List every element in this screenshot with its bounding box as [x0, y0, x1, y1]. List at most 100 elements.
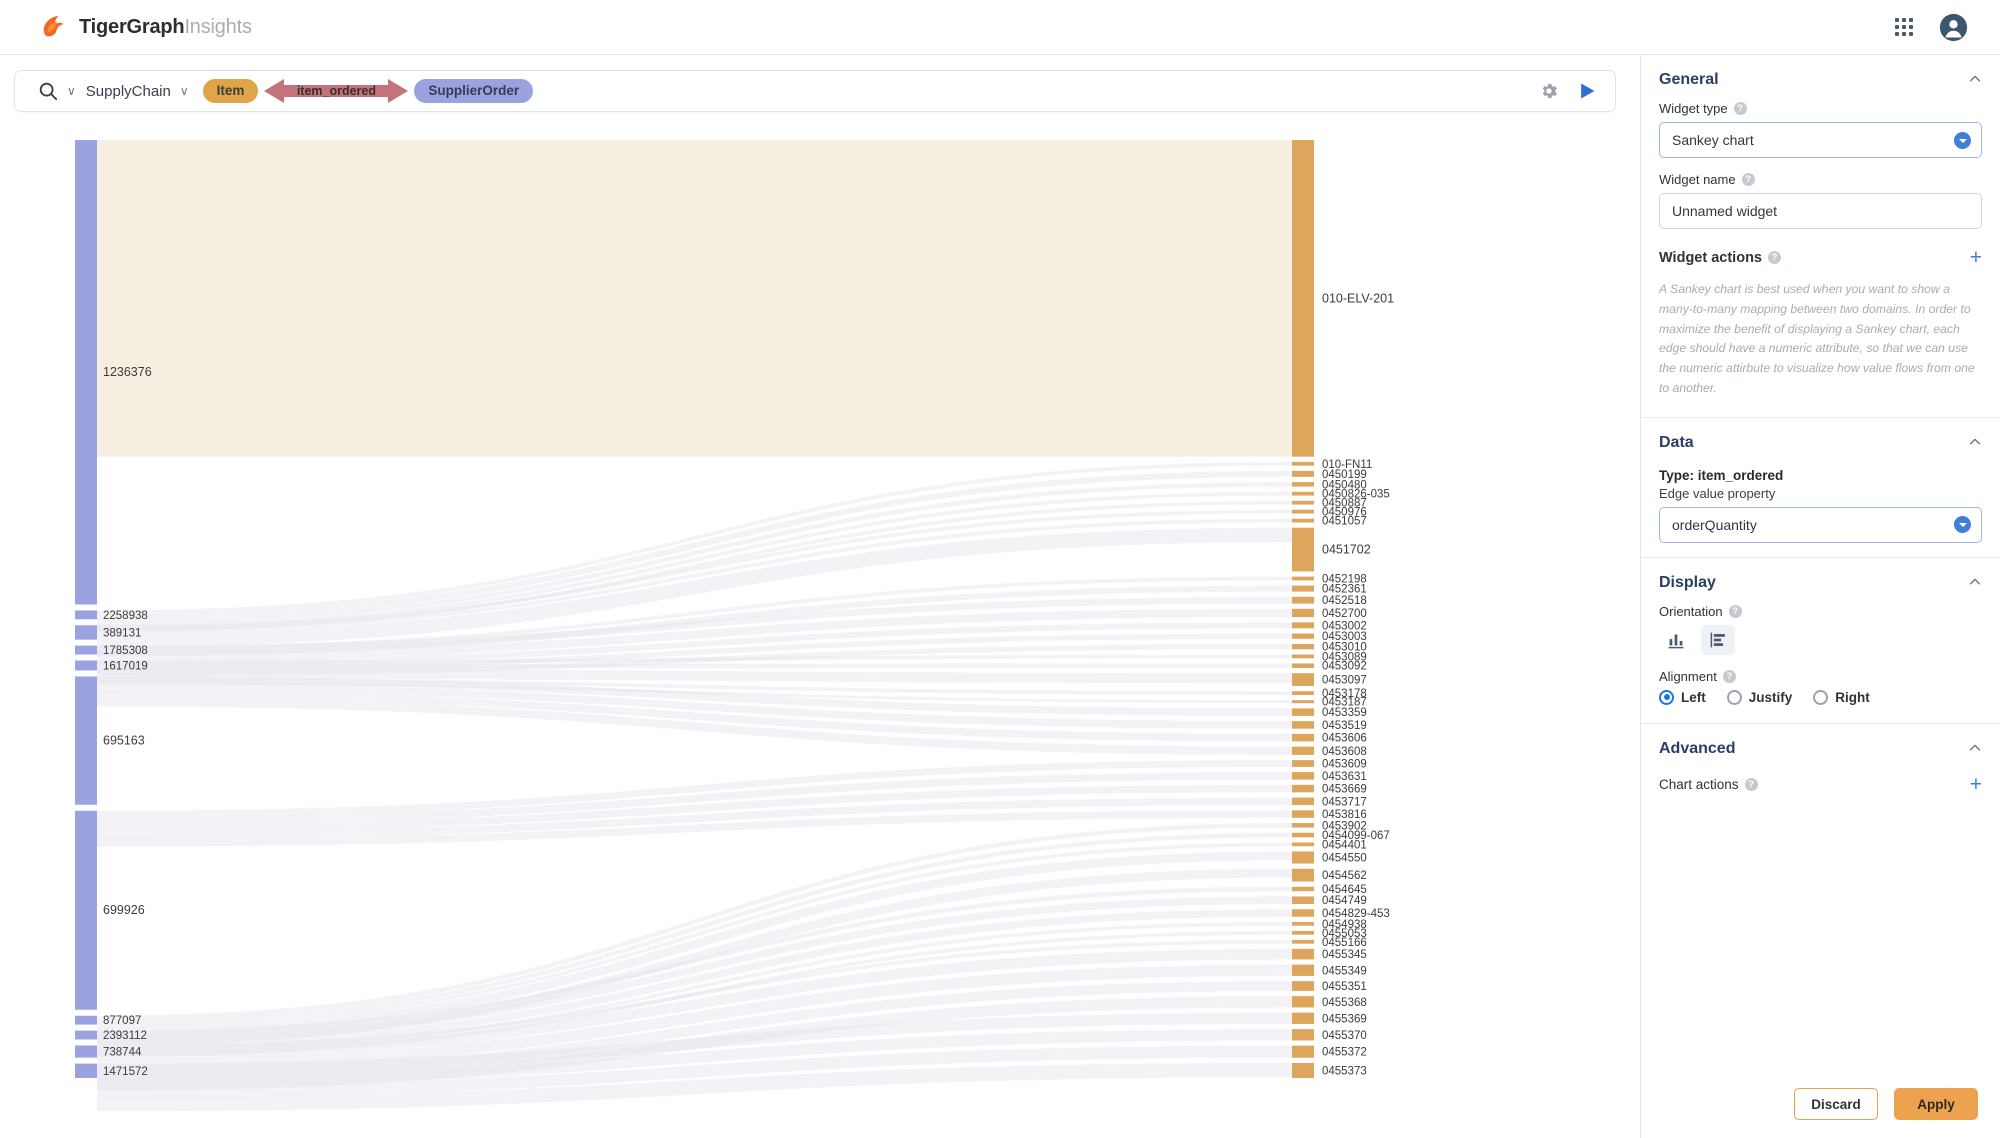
help-icon[interactable]: ? [1728, 604, 1742, 618]
sankey-target-node[interactable] [1292, 470, 1314, 477]
sankey-target-node[interactable] [1292, 527, 1314, 572]
section-data-header[interactable]: Data [1659, 418, 1982, 464]
sankey-target-node[interactable] [1292, 868, 1314, 882]
apply-button[interactable]: Apply [1894, 1088, 1978, 1120]
chevron-up-icon[interactable] [1968, 72, 1982, 88]
widget-type-select[interactable]: Sankey chart [1659, 122, 1982, 158]
search-dropdown-caret[interactable]: ∨ [67, 84, 76, 98]
sankey-link[interactable] [97, 663, 1292, 669]
sankey-target-node[interactable] [1292, 921, 1314, 926]
sankey-target-node[interactable] [1292, 896, 1314, 905]
sankey-target-node[interactable] [1292, 948, 1314, 960]
sankey-target-node[interactable] [1292, 596, 1314, 604]
chevron-up-icon[interactable] [1968, 435, 1982, 451]
sankey-target-node[interactable] [1292, 608, 1314, 618]
alignment-radio-right[interactable] [1813, 689, 1829, 705]
sankey-source-node[interactable] [75, 1030, 97, 1040]
horizontal-bars-icon[interactable] [1701, 624, 1735, 655]
sankey-target-node[interactable] [1292, 1045, 1314, 1058]
sankey-target-node[interactable] [1292, 644, 1314, 650]
edge-value-property-select[interactable]: orderQuantity [1659, 506, 1982, 543]
sankey-target-node[interactable] [1292, 823, 1314, 828]
section-advanced-header[interactable]: Advanced [1659, 724, 1982, 770]
sankey-source-node[interactable] [75, 625, 97, 640]
sankey-target-node[interactable] [1292, 1062, 1314, 1078]
app-grid-icon[interactable] [1895, 18, 1913, 36]
sankey-target-node[interactable] [1292, 909, 1314, 917]
sankey-target-node[interactable] [1292, 654, 1314, 659]
sankey-target-node[interactable] [1292, 491, 1314, 496]
sankey-target-node[interactable] [1292, 509, 1314, 514]
sankey-target-node[interactable] [1292, 733, 1314, 742]
chevron-down-icon[interactable] [1954, 516, 1971, 534]
graph-dropdown-caret[interactable]: ∨ [180, 84, 189, 98]
sankey-target-node[interactable] [1292, 500, 1314, 505]
sankey-source-node[interactable] [75, 1063, 97, 1078]
vertical-bars-icon[interactable] [1659, 625, 1693, 655]
sankey-target-node[interactable] [1292, 518, 1314, 523]
section-general-header[interactable]: General [1659, 55, 1982, 101]
section-display-header[interactable]: Display [1659, 558, 1982, 604]
help-icon[interactable]: ? [1741, 173, 1755, 186]
sankey-source-node[interactable] [75, 1015, 97, 1025]
query-pattern-bar[interactable]: ∨ SupplyChain ∨ Item item_ordered Suppli… [14, 70, 1616, 112]
sankey-target-node[interactable] [1292, 964, 1314, 976]
chevron-up-icon[interactable] [1968, 741, 1982, 757]
sankey-target-node[interactable] [1292, 746, 1314, 755]
sankey-target-node[interactable] [1292, 663, 1314, 668]
sankey-target-node[interactable] [1292, 708, 1314, 716]
search-icon[interactable] [37, 80, 59, 102]
discard-button[interactable]: Discard [1794, 1088, 1878, 1120]
sankey-target-node[interactable] [1292, 842, 1314, 847]
sankey-target-node[interactable] [1292, 981, 1314, 991]
sankey-source-node[interactable] [75, 810, 97, 1010]
alignment-radio-justify[interactable] [1726, 689, 1742, 705]
help-icon[interactable]: ? [1744, 777, 1758, 791]
sankey-target-node[interactable] [1292, 622, 1314, 629]
alignment-radio-left[interactable] [1659, 689, 1674, 705]
sankey-target-node[interactable] [1292, 810, 1314, 818]
sankey-target-node[interactable] [1292, 721, 1314, 729]
sankey-source-node[interactable] [75, 660, 97, 671]
sankey-target-node[interactable] [1292, 691, 1314, 695]
sankey-target-node[interactable] [1292, 851, 1314, 864]
pattern-target-vertex[interactable]: SupplierOrder [414, 79, 534, 103]
add-chart-action-button[interactable]: + [1970, 774, 1982, 795]
widget-name-input[interactable]: Unnamed widget [1659, 193, 1982, 229]
sankey-target-node[interactable] [1292, 797, 1314, 806]
sankey-target-node[interactable] [1292, 461, 1314, 466]
sankey-target-node[interactable] [1292, 482, 1314, 487]
sankey-source-node[interactable] [75, 645, 97, 655]
sankey-target-node[interactable] [1292, 832, 1314, 838]
sankey-target-node[interactable] [1292, 886, 1314, 892]
sankey-target-node[interactable] [1292, 585, 1314, 592]
sankey-source-node[interactable] [75, 140, 97, 605]
sankey-source-node[interactable] [75, 676, 97, 805]
sankey-target-node[interactable] [1292, 760, 1314, 767]
pattern-source-vertex[interactable]: Item [202, 79, 259, 103]
pattern-edge[interactable]: item_ordered [264, 78, 409, 104]
sankey-source-node[interactable] [75, 1045, 97, 1058]
sankey-target-node[interactable] [1292, 784, 1314, 793]
sankey-target-node[interactable] [1292, 673, 1314, 686]
help-icon[interactable]: ? [1722, 669, 1736, 683]
sankey-target-node[interactable] [1292, 576, 1314, 581]
sankey-target-node[interactable] [1292, 939, 1314, 944]
sankey-chart[interactable]: 1236376 2258938 389131 1785308 1617019 695163… [0, 128, 1640, 1138]
play-icon[interactable] [1577, 81, 1597, 101]
sankey-target-node[interactable] [1292, 633, 1314, 639]
chevron-up-icon[interactable] [1968, 575, 1982, 591]
sankey-target-node[interactable] [1292, 140, 1314, 457]
sankey-target-node[interactable] [1292, 996, 1314, 1008]
sankey-target-node[interactable] [1292, 700, 1314, 704]
chevron-down-icon[interactable] [1954, 131, 1971, 149]
sankey-target-node[interactable] [1292, 1029, 1314, 1041]
sankey-source-node[interactable] [75, 610, 97, 620]
sankey-target-node[interactable] [1292, 930, 1314, 935]
sankey-link[interactable] [97, 140, 1292, 457]
sankey-target-node[interactable] [1292, 1012, 1314, 1024]
user-avatar-icon[interactable] [1939, 13, 1968, 42]
gear-icon[interactable] [1539, 81, 1559, 101]
add-widget-action-button[interactable]: + [1970, 247, 1982, 268]
sankey-target-node[interactable] [1292, 772, 1314, 780]
